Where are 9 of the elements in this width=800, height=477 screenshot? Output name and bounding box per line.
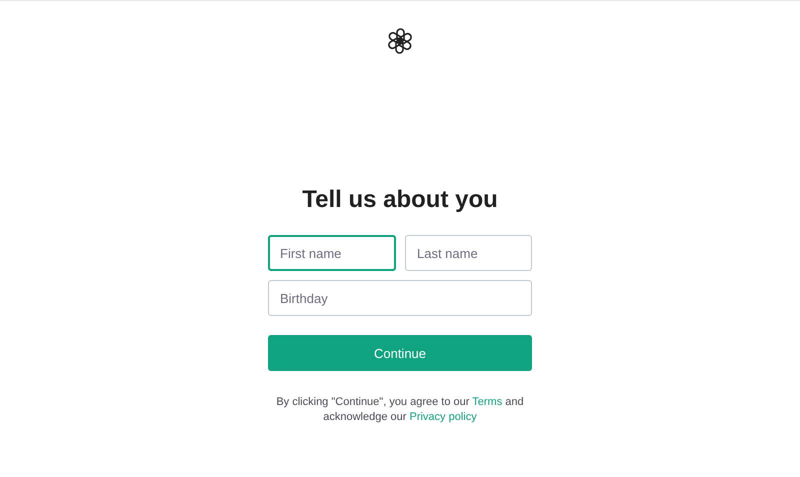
logo-icon <box>386 27 414 55</box>
page-title: Tell us about you <box>302 185 498 215</box>
name-field[interactable]: First name <box>268 235 396 271</box>
name-field[interactable]: Last name <box>405 235 532 271</box>
continue-button[interactable]: Continue <box>268 335 532 371</box>
birthday-field[interactable]: Birthday <box>268 280 532 316</box>
legal-link[interactable]: Terms <box>472 396 502 408</box>
legal-text: By clicking "Continue", you agree to our Terms and acknowledge our Privacy policy <box>275 395 525 425</box>
legal-link[interactable]: Privacy policy <box>409 411 477 423</box>
